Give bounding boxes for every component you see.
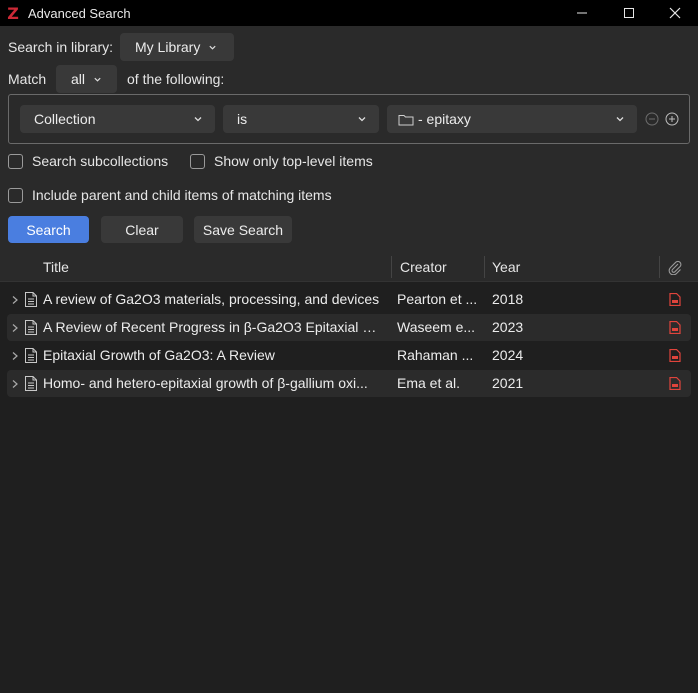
match-dropdown[interactable]: all (56, 65, 117, 93)
condition-operator-select[interactable]: is (223, 105, 379, 133)
row-title: A review of Ga2O3 materials, processing,… (43, 291, 380, 307)
condition-field-value: Collection (34, 111, 96, 127)
pdf-icon[interactable] (669, 349, 681, 362)
library-dropdown[interactable]: My Library (120, 33, 234, 61)
row-creator: Pearton et ... (397, 291, 478, 307)
match-value: all (71, 71, 86, 87)
condition-value: - epitaxy (418, 111, 471, 127)
clear-button[interactable]: Clear (101, 216, 183, 243)
top-level-only-label: Show only top-level items (214, 153, 373, 169)
chevron-right-icon[interactable] (11, 295, 19, 305)
table-row[interactable]: A Review of Recent Progress in β-Ga2O3 E… (7, 314, 691, 341)
row-title: A Review of Recent Progress in β-Ga2O3 E… (43, 319, 385, 335)
table-row[interactable]: A review of Ga2O3 materials, processing,… (7, 286, 691, 313)
row-title: Homo- and hetero-epitaxial growth of β-g… (43, 375, 368, 391)
search-subcollections-checkbox[interactable]: Search subcollections (8, 153, 168, 169)
checkbox[interactable] (8, 153, 23, 169)
pdf-icon[interactable] (669, 321, 681, 334)
folder-icon (398, 114, 414, 125)
window-title: Advanced Search (28, 5, 131, 21)
document-icon (25, 320, 37, 335)
include-parent-child-checkbox[interactable]: Include parent and child items of matchi… (8, 187, 332, 203)
remove-condition-icon[interactable] (645, 112, 659, 126)
chevron-down-icon (209, 45, 216, 50)
include-parent-child-label: Include parent and child items of matchi… (32, 187, 332, 203)
checkbox[interactable] (8, 187, 23, 203)
search-panel: Search in library: My Library Match all … (0, 26, 698, 252)
document-icon (25, 292, 37, 307)
condition-operator-value: is (237, 111, 248, 127)
row-year: 2018 (492, 291, 524, 307)
chevron-right-icon[interactable] (11, 351, 19, 361)
library-label: Search in library: (8, 39, 114, 55)
chevron-down-icon (616, 117, 624, 122)
row-year: 2021 (492, 375, 524, 391)
condition-value-select[interactable]: - epitaxy (387, 105, 637, 133)
search-button[interactable]: Search (8, 216, 89, 243)
row-year: 2023 (492, 319, 524, 335)
close-icon (669, 7, 681, 19)
column-year[interactable]: Year (492, 259, 520, 275)
zotero-logo-icon: Z (7, 3, 19, 23)
document-icon (25, 376, 37, 391)
results-table: Title Creator Year A review of Ga2O3 mat… (0, 252, 698, 693)
maximize-icon (624, 8, 634, 18)
title-bar: Z Advanced Search (0, 0, 698, 26)
row-creator: Ema et al. (397, 375, 461, 391)
row-creator: Rahaman ... (397, 347, 474, 363)
search-subcollections-label: Search subcollections (32, 153, 169, 169)
minimize-icon (577, 12, 587, 14)
chevron-down-icon (194, 117, 202, 122)
top-level-only-checkbox[interactable]: Show only top-level items (190, 153, 373, 169)
pdf-icon[interactable] (669, 377, 681, 390)
attachment-icon[interactable] (668, 260, 682, 275)
column-divider[interactable] (391, 256, 392, 278)
condition-field-select[interactable]: Collection (20, 105, 215, 133)
chevron-down-icon (358, 117, 366, 122)
row-year: 2024 (492, 347, 524, 363)
minimize-button[interactable] (559, 0, 605, 26)
library-value: My Library (135, 39, 201, 55)
row-title: Epitaxial Growth of Ga2O3: A Review (43, 347, 275, 363)
pdf-icon[interactable] (669, 293, 681, 306)
maximize-button[interactable] (606, 0, 652, 26)
row-creator: Waseem e... (397, 319, 476, 335)
save-search-button[interactable]: Save Search (194, 216, 292, 243)
table-row[interactable]: Homo- and hetero-epitaxial growth of β-g… (7, 370, 691, 397)
condition-row: Collection is - epitaxy (8, 94, 690, 144)
column-creator[interactable]: Creator (400, 259, 447, 275)
column-divider[interactable] (484, 256, 485, 278)
column-divider[interactable] (659, 256, 660, 278)
close-button[interactable] (652, 0, 698, 26)
match-label: Match (8, 71, 47, 87)
add-condition-icon[interactable] (665, 112, 679, 126)
checkbox[interactable] (190, 153, 205, 169)
table-row[interactable]: Epitaxial Growth of Ga2O3: A Review Raha… (7, 342, 691, 369)
column-title[interactable]: Title (43, 259, 69, 275)
chevron-down-icon (94, 77, 101, 82)
column-header: Title Creator Year (0, 252, 698, 282)
chevron-right-icon[interactable] (11, 323, 19, 333)
match-suffix: of the following: (127, 71, 225, 87)
document-icon (25, 348, 37, 363)
chevron-right-icon[interactable] (11, 379, 19, 389)
